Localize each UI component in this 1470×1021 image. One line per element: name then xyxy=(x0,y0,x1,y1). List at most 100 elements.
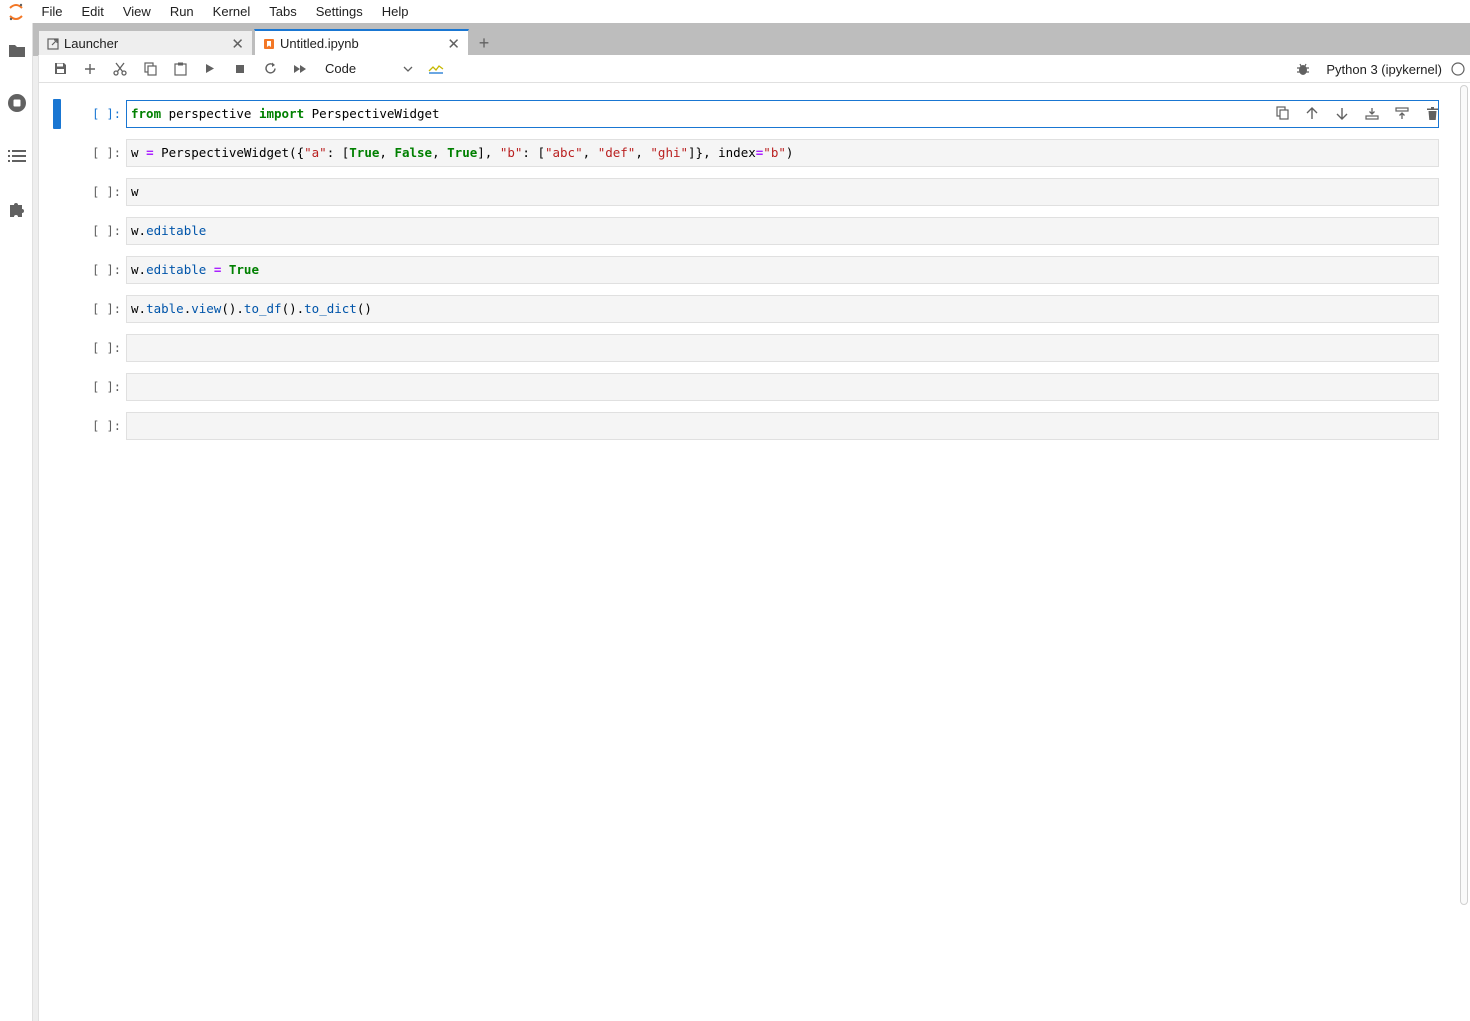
kernel-name[interactable]: Python 3 (ipykernel) xyxy=(1326,62,1442,77)
code-cell[interactable]: [ ]: xyxy=(39,411,1455,441)
notebook-icon xyxy=(263,38,275,50)
extension-manager-tab[interactable] xyxy=(0,182,33,235)
cell-prompt: [ ]: xyxy=(92,302,121,316)
code-string: "b" xyxy=(763,145,786,160)
paste-button[interactable] xyxy=(165,57,195,81)
code-cell[interactable]: [ ]: w = PerspectiveWidget({"a": [True, … xyxy=(39,138,1455,168)
menu-help[interactable]: Help xyxy=(372,0,418,23)
debugger-bug-icon[interactable] xyxy=(1296,62,1310,76)
file-browser-tab[interactable] xyxy=(0,23,33,76)
duplicate-cell-button[interactable] xyxy=(1267,102,1297,124)
menu-kernel[interactable]: Kernel xyxy=(203,0,260,23)
code-cell[interactable]: [ ]: w.table.view().to_df().to_dict() xyxy=(39,294,1455,324)
cell-editor[interactable] xyxy=(126,334,1439,362)
cell-prompt: [ ]: xyxy=(92,224,121,238)
menubar: File Edit View Run Kernel Tabs Settings … xyxy=(0,0,1470,23)
code-string: "a" xyxy=(304,145,327,160)
fast-forward-icon xyxy=(293,64,307,74)
tab-notebook-label: Untitled.ipynb xyxy=(280,36,359,51)
cell-editor[interactable]: w.table.view().to_df().to_dict() xyxy=(126,295,1439,323)
cell-editor[interactable]: w xyxy=(126,178,1439,206)
save-button[interactable] xyxy=(45,57,75,81)
menu-view[interactable]: View xyxy=(113,0,160,23)
menu-run[interactable]: Run xyxy=(160,0,203,23)
tab-bar: Launcher ✕ Untitled.ipynb ✕ + xyxy=(33,23,1470,56)
cell-prompt: [ ]: xyxy=(92,107,121,121)
interrupt-kernel-button[interactable] xyxy=(225,57,255,81)
plus-icon xyxy=(84,63,96,75)
restart-run-all-button[interactable] xyxy=(285,57,315,81)
duplicate-icon xyxy=(1275,106,1289,120)
close-icon[interactable]: ✕ xyxy=(447,35,460,53)
notebook-toolbar: Code Python 3 (ipykernel) xyxy=(39,55,1470,83)
cell-prompt: [ ]: xyxy=(92,380,121,394)
move-down-button[interactable] xyxy=(1327,102,1357,124)
stop-circle-icon xyxy=(7,93,27,113)
code-cell[interactable]: [ ]: w.editable = True xyxy=(39,255,1455,285)
cell-type-select[interactable]: Code xyxy=(325,61,413,76)
restart-kernel-button[interactable] xyxy=(255,57,285,81)
close-icon[interactable]: ✕ xyxy=(231,35,244,53)
code-cell[interactable]: [ ]: xyxy=(39,333,1455,363)
cell-prompt: [ ]: xyxy=(92,263,121,277)
kernel-area: Python 3 (ipykernel) xyxy=(1296,55,1465,83)
cell-prompt: [ ]: xyxy=(92,419,121,433)
cell-toolbar xyxy=(1267,102,1447,124)
play-icon xyxy=(205,63,215,74)
menu-file[interactable]: File xyxy=(32,0,72,23)
notebook-panel: Code Python 3 (ipykernel) [ ]: from pers… xyxy=(38,55,1470,1021)
insert-below-button[interactable] xyxy=(1387,102,1417,124)
cell-editor[interactable]: w.editable = True xyxy=(126,256,1439,284)
tab-launcher[interactable]: Launcher ✕ xyxy=(38,30,253,56)
cell-editor[interactable] xyxy=(126,412,1439,440)
insert-above-icon xyxy=(1365,107,1379,120)
tab-launcher-label: Launcher xyxy=(64,36,119,51)
code-keyword: import xyxy=(258,106,305,121)
code-attribute: view xyxy=(191,301,222,316)
cell-type-value: Code xyxy=(325,61,357,76)
left-sidebar xyxy=(0,23,33,1021)
perspective-widget-button[interactable] xyxy=(421,57,451,81)
code-operator: = xyxy=(213,262,222,277)
code-cell[interactable]: [ ]: from perspective import Perspective… xyxy=(39,99,1455,129)
copy-icon xyxy=(143,61,157,76)
code-attribute: editable xyxy=(146,223,207,238)
cell-editor[interactable]: from perspective import PerspectiveWidge… xyxy=(126,100,1439,128)
tab-untitled-notebook[interactable]: Untitled.ipynb ✕ xyxy=(254,29,469,56)
code-cell[interactable]: [ ]: w.editable xyxy=(39,216,1455,246)
insert-above-button[interactable] xyxy=(1357,102,1387,124)
code-keyword: True xyxy=(349,145,380,160)
menu-tabs[interactable]: Tabs xyxy=(260,0,306,23)
delete-cell-button[interactable] xyxy=(1417,102,1447,124)
code-keyword: True xyxy=(228,262,259,277)
chevron-down-icon xyxy=(403,66,413,72)
cell-editor[interactable]: w.editable xyxy=(126,217,1439,245)
menu-settings[interactable]: Settings xyxy=(306,0,372,23)
puzzle-piece-icon xyxy=(8,200,26,218)
insert-cell-button[interactable] xyxy=(75,57,105,81)
run-cell-button[interactable] xyxy=(195,57,225,81)
save-icon xyxy=(54,62,67,75)
refresh-icon xyxy=(264,62,277,75)
code-keyword: False xyxy=(394,145,433,160)
copy-button[interactable] xyxy=(135,57,165,81)
cell-editor[interactable]: w = PerspectiveWidget({"a": [True, False… xyxy=(126,139,1439,167)
move-up-button[interactable] xyxy=(1297,102,1327,124)
code-string: "abc" xyxy=(544,145,583,160)
code-cell[interactable]: [ ]: xyxy=(39,372,1455,402)
folder-icon xyxy=(8,42,26,58)
running-sessions-tab[interactable] xyxy=(0,76,33,129)
table-of-contents-tab[interactable] xyxy=(0,129,33,182)
code-string: "ghi" xyxy=(650,145,689,160)
new-tab-plus-icon[interactable]: + xyxy=(472,31,496,55)
cell-prompt: [ ]: xyxy=(92,185,121,199)
code-keyword: True xyxy=(447,145,478,160)
code-cell[interactable]: [ ]: w xyxy=(39,177,1455,207)
menu-edit[interactable]: Edit xyxy=(72,0,113,23)
code-string: "b" xyxy=(499,145,523,160)
cut-button[interactable] xyxy=(105,57,135,81)
cell-editor[interactable] xyxy=(126,373,1439,401)
code-attribute: editable xyxy=(146,262,207,277)
notebook-scrollbar[interactable] xyxy=(1460,85,1468,905)
list-icon xyxy=(7,149,26,163)
